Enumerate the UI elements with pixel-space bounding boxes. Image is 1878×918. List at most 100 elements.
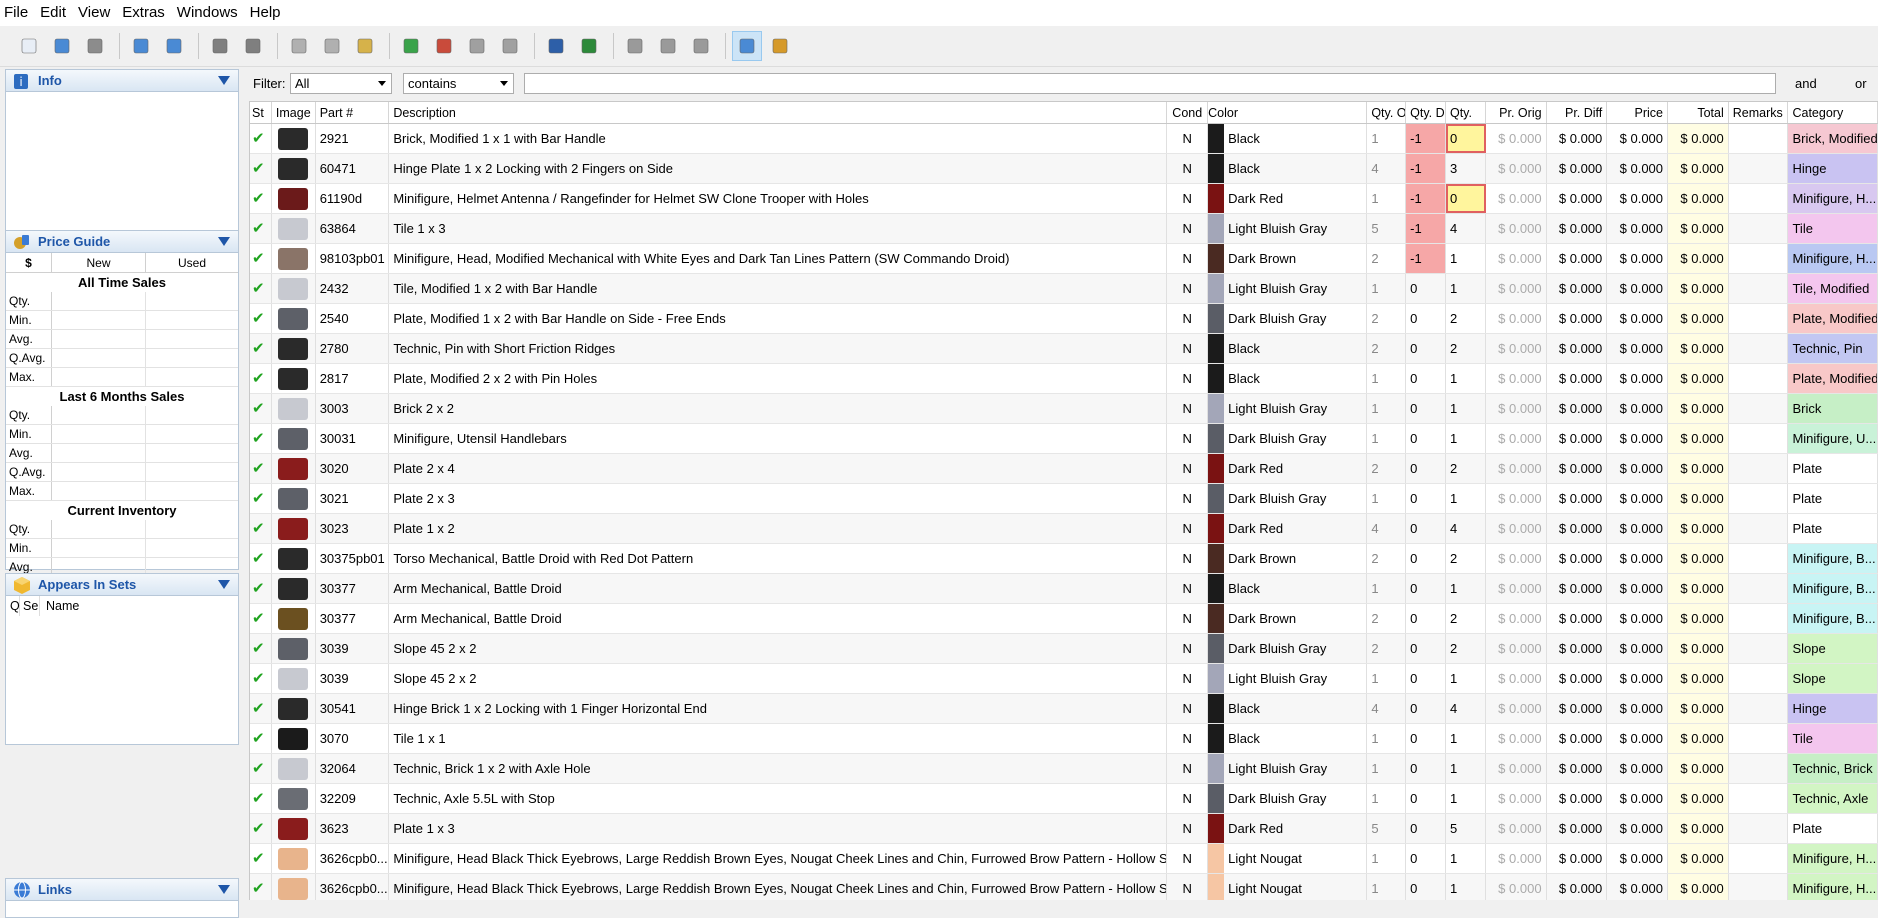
price-diff-cell[interactable]: $ 0.000 <box>1547 754 1608 783</box>
price-diff-cell[interactable]: $ 0.000 <box>1547 544 1608 573</box>
open-folder-button[interactable] <box>47 31 77 61</box>
color-cell[interactable]: Dark Red <box>1208 814 1368 843</box>
remarks-cell[interactable] <box>1729 424 1789 453</box>
condition-cell[interactable]: N <box>1167 214 1209 243</box>
qty-cell[interactable]: 3 <box>1446 154 1486 183</box>
part-number-cell[interactable]: 30375pb01 <box>316 544 390 573</box>
price-cell[interactable]: $ 0.000 <box>1607 454 1669 483</box>
qty-diff-cell[interactable]: 0 <box>1406 544 1446 573</box>
part-number-cell[interactable]: 3003 <box>316 394 390 423</box>
description-cell[interactable]: Minifigure, Utensil Handlebars <box>389 424 1168 453</box>
add-item-button[interactable] <box>396 31 426 61</box>
qty-cell[interactable]: 1 <box>1446 424 1486 453</box>
qty-cell[interactable]: 4 <box>1446 694 1486 723</box>
remarks-cell[interactable] <box>1729 844 1789 873</box>
qty-cell[interactable]: 2 <box>1446 604 1486 633</box>
part-number-cell[interactable]: 3626cpb0... <box>316 874 390 900</box>
filter-view-button[interactable] <box>765 31 795 61</box>
qty-cell[interactable]: 1 <box>1446 244 1486 273</box>
part-number-cell[interactable]: 63864 <box>316 214 390 243</box>
price-diff-cell[interactable]: $ 0.000 <box>1547 724 1608 753</box>
qty-cell[interactable]: 0 <box>1445 124 1486 153</box>
remarks-cell[interactable] <box>1729 454 1789 483</box>
condition-cell[interactable]: N <box>1167 484 1209 513</box>
qty-diff-cell[interactable]: 0 <box>1406 694 1446 723</box>
price-cell[interactable]: $ 0.000 <box>1607 724 1669 753</box>
cut-button[interactable] <box>284 31 314 61</box>
description-cell[interactable]: Hinge Plate 1 x 2 Locking with 2 Fingers… <box>389 154 1168 183</box>
qty-cell[interactable]: 2 <box>1446 304 1486 333</box>
qty-cell[interactable]: 5 <box>1446 814 1486 843</box>
column-header-st[interactable]: St <box>250 102 272 123</box>
menu-file[interactable]: File <box>0 0 34 26</box>
condition-cell[interactable]: N <box>1167 454 1209 483</box>
price-diff-cell[interactable]: $ 0.000 <box>1547 274 1608 303</box>
collapse-arrow-icon[interactable] <box>218 885 230 894</box>
condition-cell[interactable]: N <box>1167 664 1209 693</box>
table-row[interactable]: ✔ 30541 Hinge Brick 1 x 2 Locking with 1 F… <box>250 694 1878 724</box>
status-cell[interactable]: ✔ <box>250 514 272 543</box>
qty-diff-cell[interactable]: 0 <box>1406 634 1446 663</box>
price-cell[interactable]: $ 0.000 <box>1607 484 1669 513</box>
price-cell[interactable]: $ 0.000 <box>1607 304 1669 333</box>
filter-operator-select[interactable]: contains <box>403 73 514 94</box>
import-button[interactable] <box>126 31 156 61</box>
table-row[interactable]: ✔ 3039 Slope 45 2 x 2 N Light Bluish Gray 1 0 1… <box>250 664 1878 694</box>
price-diff-cell[interactable]: $ 0.000 <box>1547 364 1608 393</box>
table-row[interactable]: ✔ 2540 Plate, Modified 1 x 2 with Bar Hand… <box>250 304 1878 334</box>
collapse-arrow-icon[interactable] <box>218 237 230 246</box>
table-row[interactable]: ✔ 32064 Technic, Brick 1 x 2 with Axle Hol… <box>250 754 1878 784</box>
remarks-cell[interactable] <box>1729 244 1789 273</box>
part-number-cell[interactable]: 61190d <box>316 184 390 213</box>
remarks-cell[interactable] <box>1729 784 1789 813</box>
price-cell[interactable]: $ 0.000 <box>1607 154 1669 183</box>
price-diff-cell[interactable]: $ 0.000 <box>1547 634 1608 663</box>
column-header-qty[interactable]: Qty. <box>1445 102 1486 123</box>
price-cell[interactable]: $ 0.000 <box>1607 514 1669 543</box>
part-number-cell[interactable]: 3070 <box>316 724 390 753</box>
color-cell[interactable]: Dark Brown <box>1208 244 1368 273</box>
column-header-remarks[interactable]: Remarks <box>1728 102 1789 123</box>
info-circle-button[interactable] <box>686 31 716 61</box>
color-cell[interactable]: Light Bluish Gray <box>1208 214 1368 243</box>
qty-diff-cell[interactable]: 0 <box>1406 514 1446 543</box>
status-cell[interactable]: ✔ <box>250 424 272 453</box>
remarks-cell[interactable] <box>1729 874 1789 900</box>
remarks-cell[interactable] <box>1729 364 1789 393</box>
remarks-cell[interactable] <box>1729 514 1789 543</box>
collapse-arrow-icon[interactable] <box>218 580 230 589</box>
price-to-guide-button[interactable] <box>541 31 571 61</box>
status-cell[interactable]: ✔ <box>250 604 272 633</box>
price-cell[interactable]: $ 0.000 <box>1607 574 1669 603</box>
price-diff-cell[interactable]: $ 0.000 <box>1547 304 1608 333</box>
qty-cell[interactable]: 0 <box>1445 184 1486 213</box>
qty-cell[interactable]: 1 <box>1446 574 1486 603</box>
part-number-cell[interactable]: 3039 <box>316 664 390 693</box>
table-row[interactable]: ✔ 3020 Plate 2 x 4 N Dark Red 2 0 2 $ 0.000 $ 0.0… <box>250 454 1878 484</box>
status-cell[interactable]: ✔ <box>250 544 272 573</box>
table-row[interactable]: ✔ 3023 Plate 1 x 2 N Dark Red 4 0 4 $ 0.000 $ 0.0… <box>250 514 1878 544</box>
color-cell[interactable]: Light Bluish Gray <box>1208 754 1368 783</box>
qty-cell[interactable]: 2 <box>1446 544 1486 573</box>
appears-in-sets-header[interactable]: Appears In Sets <box>6 574 238 596</box>
remarks-cell[interactable] <box>1729 484 1789 513</box>
condition-cell[interactable]: N <box>1167 274 1209 303</box>
qty-cell[interactable]: 1 <box>1446 754 1486 783</box>
description-cell[interactable]: Plate 2 x 3 <box>389 484 1168 513</box>
price-cell[interactable]: $ 0.000 <box>1607 784 1669 813</box>
qty-cell[interactable]: 1 <box>1446 664 1486 693</box>
price-cell[interactable]: $ 0.000 <box>1607 694 1669 723</box>
save-button[interactable] <box>80 31 110 61</box>
table-row[interactable]: ✔ 63864 Tile 1 x 3 N Light Bluish Gray 5 -1 4 $ … <box>250 214 1878 244</box>
description-cell[interactable]: Slope 45 2 x 2 <box>389 634 1168 663</box>
color-cell[interactable]: Light Bluish Gray <box>1208 394 1368 423</box>
part-number-cell[interactable]: 30377 <box>316 604 390 633</box>
qty-cell[interactable]: 1 <box>1446 394 1486 423</box>
price-diff-cell[interactable]: $ 0.000 <box>1547 784 1608 813</box>
column-header-total[interactable]: Total <box>1668 102 1729 123</box>
price-diff-cell[interactable]: $ 0.000 <box>1547 664 1608 693</box>
table-row[interactable]: ✔ 2817 Plate, Modified 2 x 2 with Pin Hole… <box>250 364 1878 394</box>
filter-and-option[interactable]: and <box>1795 76 1817 91</box>
qty-cell[interactable]: 1 <box>1446 844 1486 873</box>
description-cell[interactable]: Technic, Pin with Short Friction Ridges <box>389 334 1168 363</box>
